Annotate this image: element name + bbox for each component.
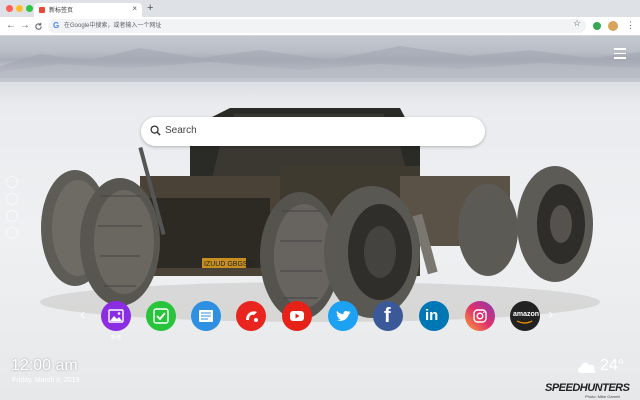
date: Friday, March 8, 2019 [12,377,80,384]
shortcut-twitter[interactable] [328,301,358,331]
bookmark-star-icon[interactable]: ☆ [573,18,581,29]
temperature: 24° [600,357,625,374]
browser-toolbar: ← → G 在Google中搜索，或者输入一个网址 ☆ ⋮ [0,17,640,36]
forward-button[interactable]: → [20,19,30,33]
notes-icon [199,310,213,322]
profile-avatar[interactable] [608,21,618,31]
speedhunters-logo: SPEEDHUNTERS [545,382,630,394]
clock: 12:00 am [11,357,78,374]
new-tab-page: ZZUDD GBGSS IZUUD GBGSS Search [0,36,640,400]
hamburger-menu-icon[interactable] [614,48,626,62]
new-tab-button[interactable]: + [147,2,153,14]
svg-text:IZUUD GBGSS: IZUUD GBGSS [204,261,253,268]
linkedin-in-icon: in [425,307,439,324]
maximize-window-button[interactable] [26,5,33,12]
extension-icon[interactable] [593,22,601,30]
side-dot-4[interactable] [6,227,18,239]
side-dot-3[interactable] [6,210,18,222]
cloud-icon [578,362,596,373]
shortcut-facebook[interactable]: f [373,301,403,331]
tab-title: 新标签页 [49,8,74,14]
instagram-camera-icon [473,309,487,323]
active-tab[interactable]: 新标签页 × [34,3,142,17]
shortcut-photos-label: 新增 [110,335,121,341]
shortcuts-next-arrow[interactable]: › [548,306,553,324]
twitter-bird-icon [336,311,351,321]
omnibox-placeholder: 在Google中搜索，或者输入一个网址 [64,23,162,29]
search-input[interactable]: Search [165,125,197,136]
shortcut-linkedin[interactable]: in [419,301,449,331]
reload-button[interactable] [34,19,43,36]
check-icon [153,308,169,324]
shortcut-amazon[interactable]: amazon [510,301,540,331]
facebook-f-icon: f [384,305,391,327]
browser-menu-icon[interactable]: ⋮ [626,19,635,31]
image-icon [108,309,124,323]
shortcut-instagram[interactable] [465,301,495,331]
shortcut-notes[interactable] [191,301,221,331]
gift-icon [246,311,258,322]
minimize-window-button[interactable] [16,5,23,12]
back-button[interactable]: ← [6,19,16,33]
google-g-icon: G [53,21,60,30]
background-car-image: ZZUDD GBGSS IZUUD GBGSS [40,108,600,322]
side-nav-dots [6,176,18,244]
shortcut-youtube[interactable] [282,301,312,331]
tab-bar: 新标签页 × + [0,0,640,17]
search-bar[interactable]: Search [141,117,485,146]
shortcut-gift[interactable] [236,301,266,331]
omnibox[interactable]: G 在Google中搜索，或者输入一个网址 [48,19,586,33]
amazon-smile-icon [516,320,533,324]
play-icon [290,311,304,321]
photo-credit: Photo: Mike Garrett [585,394,620,399]
side-dot-1[interactable] [6,176,18,188]
shortcut-tasks[interactable] [146,301,176,331]
search-icon [150,125,161,136]
shortcut-photos[interactable] [101,301,131,331]
tab-close-icon[interactable]: × [132,4,137,14]
close-window-button[interactable] [6,5,13,12]
tab-favicon-icon [39,7,45,13]
side-dot-2[interactable] [6,193,18,205]
shortcuts-prev-arrow[interactable]: ‹ [80,306,85,324]
